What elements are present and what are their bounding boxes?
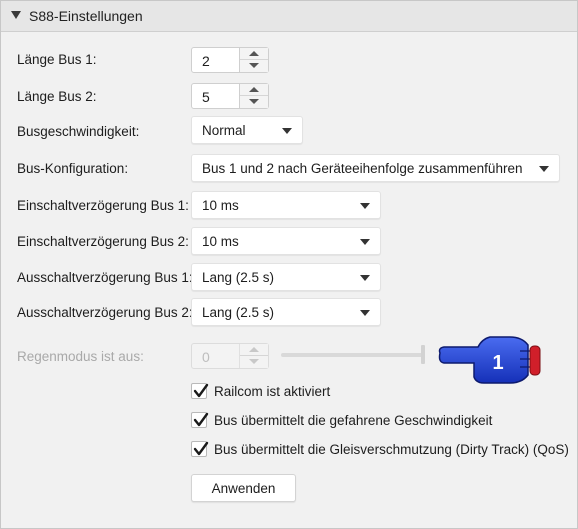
checkmark-icon bbox=[193, 383, 209, 398]
gleisverschmutzung-label[interactable]: Bus übermittelt die Gleisverschmutzung (… bbox=[214, 442, 569, 457]
increment-arrow-icon[interactable] bbox=[240, 84, 268, 96]
railcom-checkbox[interactable] bbox=[191, 383, 209, 399]
laenge-bus1-spinbox[interactable]: 2 bbox=[191, 47, 269, 73]
laenge-bus1-stepper bbox=[239, 48, 268, 72]
geschwindigkeit-checkbox[interactable] bbox=[191, 412, 209, 428]
checkmark-icon bbox=[193, 441, 209, 456]
chevron-down-icon bbox=[282, 128, 292, 134]
ausschalt-bus1-label: Ausschaltverzögerung Bus 1: bbox=[17, 270, 193, 285]
increment-arrow-icon[interactable] bbox=[240, 48, 268, 60]
geschwindigkeit-label[interactable]: Bus übermittelt die gefahrene Geschwindi… bbox=[214, 413, 492, 428]
chevron-down-icon bbox=[360, 275, 370, 281]
einschalt-bus1-value: 10 ms bbox=[202, 198, 239, 213]
ausschalt-bus2-label: Ausschaltverzögerung Bus 2: bbox=[17, 305, 193, 320]
einschalt-bus2-select[interactable]: 10 ms bbox=[191, 227, 381, 255]
busgeschwindigkeit-label: Busgeschwindigkeit: bbox=[17, 124, 140, 139]
chevron-down-icon bbox=[539, 166, 549, 172]
regenmodus-slider bbox=[281, 353, 423, 357]
laenge-bus2-stepper bbox=[239, 84, 268, 108]
einschalt-bus1-select[interactable]: 10 ms bbox=[191, 191, 381, 219]
regenmodus-slider-handle bbox=[421, 345, 425, 364]
bus-konfiguration-select[interactable]: Bus 1 und 2 nach Geräteeihenfolge zusamm… bbox=[191, 154, 560, 182]
einschalt-bus2-value: 10 ms bbox=[202, 234, 239, 249]
callout-number: 1 bbox=[492, 352, 503, 374]
einschalt-bus1-label: Einschaltverzögerung Bus 1: bbox=[17, 198, 189, 213]
busgeschwindigkeit-value: Normal bbox=[202, 123, 246, 138]
laenge-bus1-value[interactable]: 2 bbox=[202, 53, 210, 69]
laenge-bus2-spinbox[interactable]: 5 bbox=[191, 83, 269, 109]
increment-arrow-icon bbox=[240, 344, 268, 356]
laenge-bus2-value[interactable]: 5 bbox=[202, 89, 210, 105]
gleisverschmutzung-checkbox[interactable] bbox=[191, 441, 209, 457]
ausschalt-bus2-value: Lang (2.5 s) bbox=[202, 305, 275, 320]
ausschalt-bus1-select[interactable]: Lang (2.5 s) bbox=[191, 263, 381, 291]
bus-konfiguration-label: Bus-Konfiguration: bbox=[17, 161, 129, 176]
busgeschwindigkeit-select[interactable]: Normal bbox=[191, 116, 303, 144]
checkmark-icon bbox=[193, 412, 209, 427]
einschalt-bus2-label: Einschaltverzögerung Bus 2: bbox=[17, 234, 189, 249]
pointing-hand-callout-icon: 1 bbox=[438, 336, 541, 384]
ausschalt-bus2-select[interactable]: Lang (2.5 s) bbox=[191, 298, 381, 326]
chevron-down-icon bbox=[360, 310, 370, 316]
laenge-bus2-label: Länge Bus 2: bbox=[17, 89, 97, 104]
decrement-arrow-icon bbox=[240, 356, 268, 368]
regenmodus-value: 0 bbox=[202, 349, 210, 365]
chevron-down-icon bbox=[360, 239, 370, 245]
railcom-label[interactable]: Railcom ist aktiviert bbox=[214, 384, 330, 399]
chevron-down-icon bbox=[360, 203, 370, 209]
panel-header[interactable]: S88-Einstellungen bbox=[1, 1, 577, 32]
laenge-bus1-label: Länge Bus 1: bbox=[17, 52, 97, 67]
regenmodus-stepper bbox=[239, 344, 268, 368]
regenmodus-label: Regenmodus ist aus: bbox=[17, 349, 144, 364]
collapse-triangle-icon[interactable] bbox=[11, 11, 21, 19]
bus-konfiguration-value: Bus 1 und 2 nach Geräteeihenfolge zusamm… bbox=[202, 161, 523, 176]
regenmodus-spinbox: 0 bbox=[191, 343, 269, 369]
panel-title: S88-Einstellungen bbox=[29, 8, 143, 24]
decrement-arrow-icon[interactable] bbox=[240, 60, 268, 72]
decrement-arrow-icon[interactable] bbox=[240, 96, 268, 108]
anwenden-button[interactable]: Anwenden bbox=[191, 474, 296, 502]
ausschalt-bus1-value: Lang (2.5 s) bbox=[202, 270, 275, 285]
